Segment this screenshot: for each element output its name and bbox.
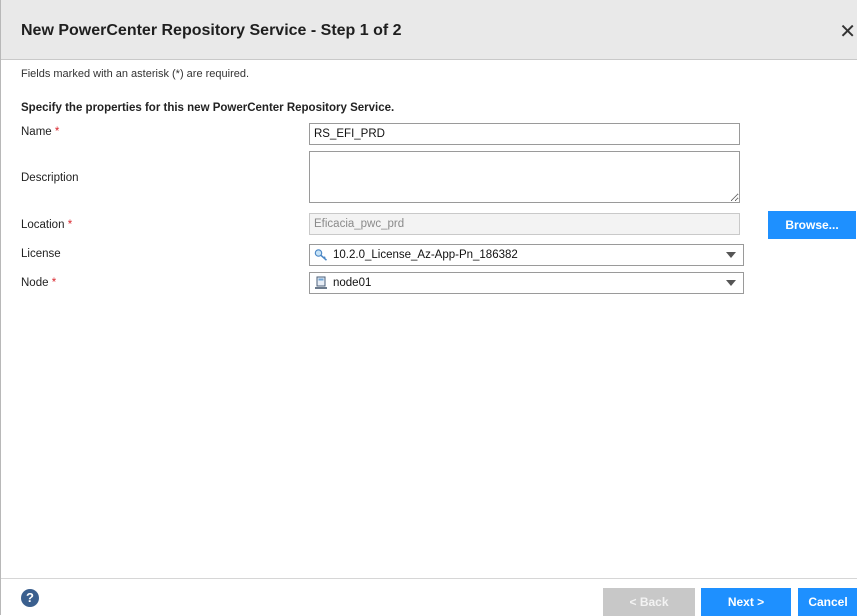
browse-button[interactable]: Browse... bbox=[768, 211, 856, 239]
chevron-down-icon bbox=[726, 252, 736, 258]
node-required-mark: * bbox=[51, 277, 57, 289]
license-select-value: 10.2.0_License_Az-App-Pn_186382 bbox=[333, 249, 518, 261]
location-label-text: Location bbox=[21, 219, 65, 231]
form-intro: Specify the properties for this new Powe… bbox=[21, 102, 395, 114]
name-label: Name * bbox=[21, 126, 59, 138]
cancel-button[interactable]: Cancel bbox=[798, 588, 857, 616]
location-required-mark: * bbox=[67, 219, 73, 231]
license-label: License bbox=[21, 248, 61, 260]
required-fields-note: Fields marked with an asterisk (*) are r… bbox=[21, 68, 250, 80]
help-icon[interactable]: ? bbox=[21, 589, 39, 607]
dialog-titlebar: New PowerCenter Repository Service - Ste… bbox=[1, 0, 857, 60]
node-select-value: node01 bbox=[333, 277, 372, 289]
node-computer-icon bbox=[314, 276, 328, 290]
next-button[interactable]: Next > bbox=[701, 588, 791, 616]
node-label: Node * bbox=[21, 277, 56, 289]
new-repository-service-dialog: New PowerCenter Repository Service - Ste… bbox=[0, 0, 857, 616]
location-input[interactable] bbox=[309, 213, 740, 235]
close-icon[interactable]: ✕ bbox=[839, 19, 856, 44]
node-select[interactable]: node01 bbox=[309, 272, 744, 294]
license-select[interactable]: 10.2.0_License_Az-App-Pn_186382 bbox=[309, 244, 744, 266]
key-icon bbox=[314, 248, 328, 262]
back-button[interactable]: < Back bbox=[603, 588, 695, 616]
description-textarea[interactable] bbox=[309, 151, 740, 203]
node-label-text: Node bbox=[21, 277, 49, 289]
name-required-mark: * bbox=[54, 126, 60, 138]
name-input[interactable] bbox=[309, 123, 740, 145]
location-label: Location * bbox=[21, 219, 72, 231]
chevron-down-icon bbox=[726, 280, 736, 286]
dialog-title: New PowerCenter Repository Service - Ste… bbox=[21, 22, 402, 39]
description-label: Description bbox=[21, 172, 79, 184]
footer-divider bbox=[1, 578, 857, 579]
name-label-text: Name bbox=[21, 126, 52, 138]
